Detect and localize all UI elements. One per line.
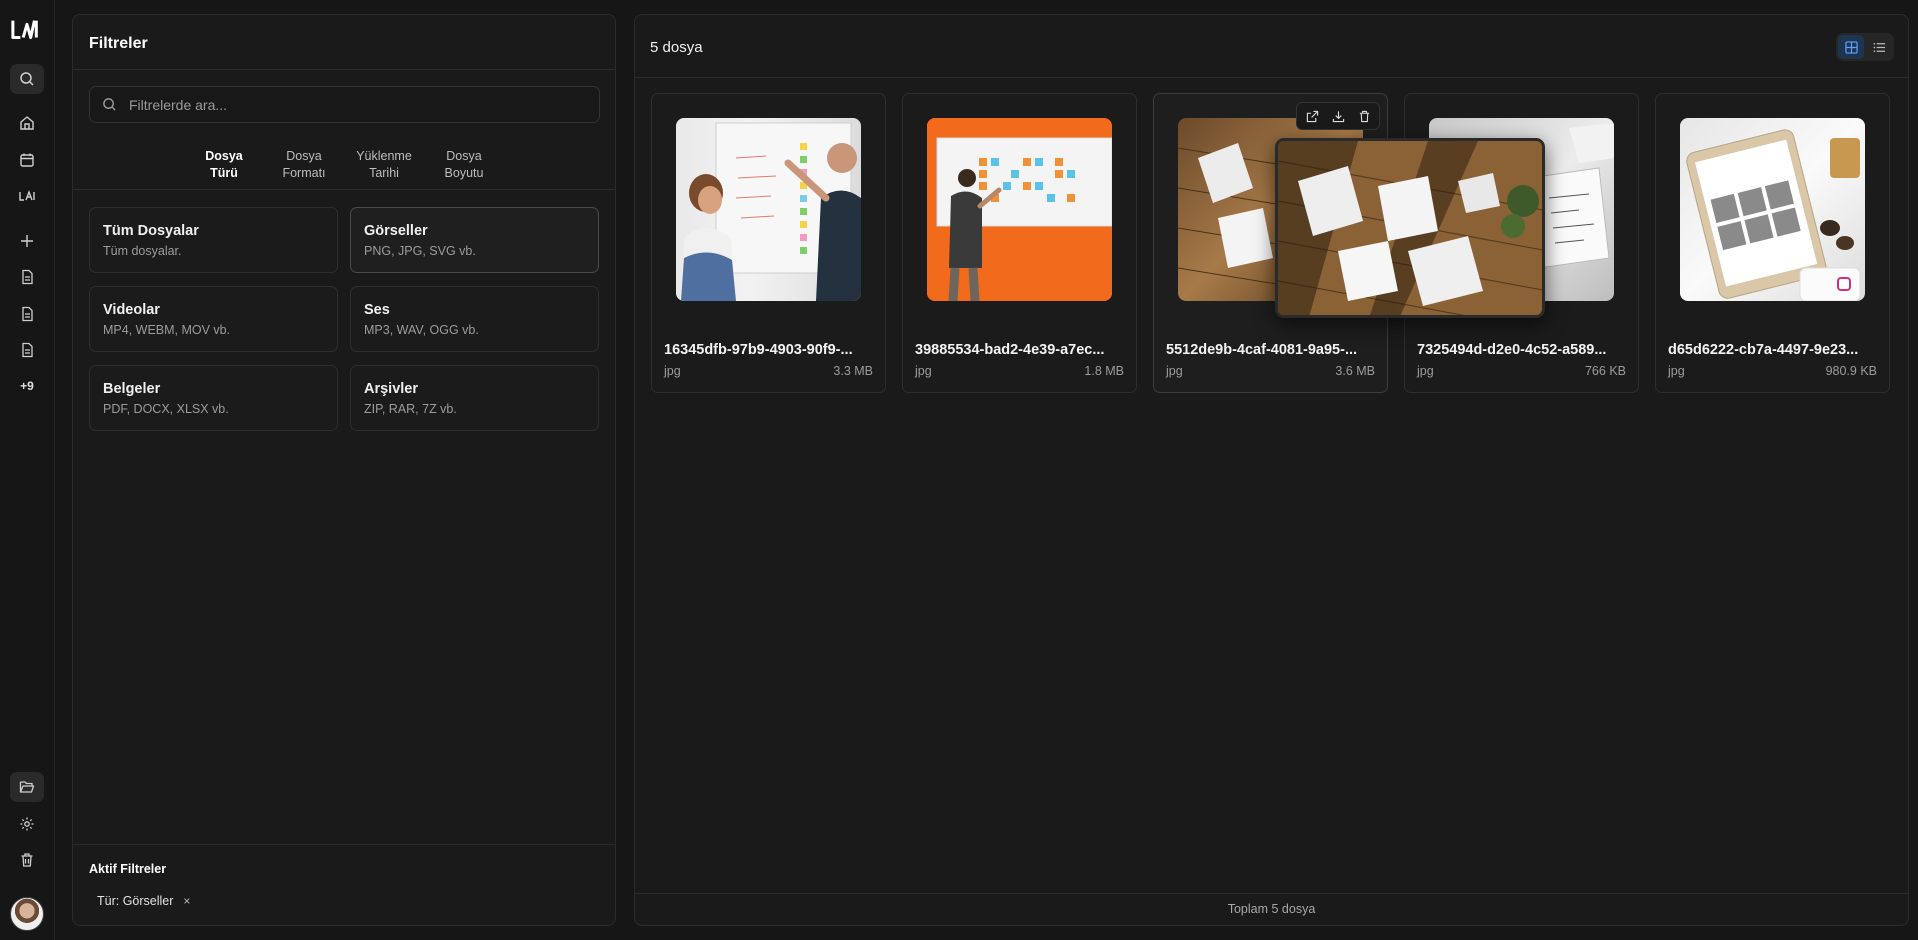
document-icon[interactable] xyxy=(10,335,44,365)
category-archives[interactable]: Arşivler ZIP, RAR, 7Z vb. xyxy=(350,365,599,431)
document-icon[interactable] xyxy=(10,262,44,292)
tab-label: Yüklenme xyxy=(356,149,412,163)
category-audio[interactable]: Ses MP3, WAV, OGG vb. xyxy=(350,286,599,352)
file-size: 3.6 MB xyxy=(1335,364,1375,378)
download-icon[interactable] xyxy=(1327,105,1349,127)
category-name: Görseller xyxy=(364,223,428,239)
active-filter-chip: Tür: Görseller × xyxy=(89,889,198,913)
tab-file-type[interactable]: Dosya Türü xyxy=(184,146,264,184)
category-images[interactable]: Görseller PNG, JPG, SVG vb. xyxy=(350,207,599,273)
file-thumbnail xyxy=(1680,118,1865,301)
category-description: PNG, JPG, SVG vb. xyxy=(364,244,476,258)
file-name: d65d6222-cb7a-4497-9e23... xyxy=(1668,342,1859,358)
grid-view-icon[interactable] xyxy=(1838,35,1864,59)
category-description: PDF, DOCX, XLSX vb. xyxy=(103,402,229,416)
file-card[interactable]: 39885534-bad2-4e39-a7ec... jpg 1.8 MB xyxy=(902,93,1137,393)
trash-icon[interactable] xyxy=(10,845,44,875)
tab-label: Dosya xyxy=(286,149,322,163)
divider xyxy=(73,69,615,70)
close-icon[interactable]: × xyxy=(183,894,190,908)
file-name: 16345dfb-97b9-4903-90f9-... xyxy=(664,342,853,358)
file-name: 7325494d-d2e0-4c52-a589... xyxy=(1417,342,1607,358)
chip-label: Tür: Görseller xyxy=(97,894,174,908)
active-filters-title: Aktif Filtreler xyxy=(89,862,167,876)
file-card[interactable]: 16345dfb-97b9-4903-90f9-... jpg 3.3 MB xyxy=(651,93,886,393)
file-thumbnail xyxy=(927,118,1112,301)
more-items-count: +9 xyxy=(20,379,34,393)
document-icon[interactable] xyxy=(10,299,44,329)
category-name: Tüm Dosyalar xyxy=(103,223,199,239)
files-panel: 5 dosya 16345dfb-97b9-4903-90f9-... jpg … xyxy=(634,14,1909,926)
filter-search-box[interactable] xyxy=(89,86,600,123)
tab-file-size[interactable]: Dosya Boyutu xyxy=(424,146,504,184)
file-extension: jpg xyxy=(1166,364,1183,378)
image-preview xyxy=(1686,129,1861,301)
file-extension: jpg xyxy=(1668,364,1685,378)
category-description: Tüm dosyalar. xyxy=(103,244,182,258)
filters-panel: Filtreler Dosya Türü Dosya Formatı Yükle… xyxy=(72,14,616,926)
search-icon xyxy=(103,98,116,111)
trash-icon[interactable] xyxy=(1353,105,1375,127)
file-size: 3.3 MB xyxy=(833,364,873,378)
file-extension: jpg xyxy=(664,364,681,378)
image-preview xyxy=(1278,141,1542,315)
file-count: 5 dosya xyxy=(650,39,703,56)
category-description: MP4, WEBM, MOV vb. xyxy=(103,323,231,337)
tab-file-format[interactable]: Dosya Formatı xyxy=(264,146,344,184)
image-preview xyxy=(681,122,861,301)
file-thumbnail xyxy=(676,118,861,301)
file-extension: jpg xyxy=(1417,364,1434,378)
folder-open-icon[interactable] xyxy=(10,772,44,802)
category-name: Videolar xyxy=(103,302,160,318)
divider xyxy=(73,189,615,190)
file-size: 766 KB xyxy=(1584,364,1626,378)
file-size: 1.8 MB xyxy=(1084,364,1124,378)
view-toggle xyxy=(1836,33,1894,61)
tab-label: Tarihi xyxy=(369,166,399,180)
home-icon[interactable] xyxy=(10,108,44,138)
category-description: ZIP, RAR, 7Z vb. xyxy=(364,402,457,416)
image-preview xyxy=(927,118,1112,301)
ai-icon[interactable] xyxy=(10,181,44,211)
category-name: Arşivler xyxy=(364,381,419,397)
list-view-icon[interactable] xyxy=(1866,35,1892,59)
tab-label: Formatı xyxy=(282,166,326,180)
icon-rail: +9 xyxy=(0,0,55,940)
tab-label: Dosya xyxy=(446,149,482,163)
image-hover-preview xyxy=(1275,138,1545,318)
search-icon[interactable] xyxy=(10,64,44,94)
tab-upload-date[interactable]: Yüklenme Tarihi xyxy=(344,146,424,184)
more-items-button[interactable]: +9 xyxy=(10,371,44,401)
file-extension: jpg xyxy=(915,364,932,378)
total-files-label: Toplam 5 dosya xyxy=(1227,902,1316,916)
divider xyxy=(635,77,1908,78)
gear-icon[interactable] xyxy=(10,809,44,839)
tab-label: Boyutu xyxy=(444,166,484,180)
divider xyxy=(73,844,615,845)
filter-tabs: Dosya Türü Dosya Formatı Yüklenme Tarihi… xyxy=(73,146,615,184)
card-actions xyxy=(1296,102,1380,130)
plus-icon[interactable] xyxy=(10,226,44,256)
category-name: Belgeler xyxy=(103,381,161,397)
file-card[interactable]: d65d6222-cb7a-4497-9e23... jpg 980.9 KB xyxy=(1655,93,1890,393)
avatar[interactable] xyxy=(10,897,44,931)
tab-label: Türü xyxy=(210,166,238,180)
file-name: 39885534-bad2-4e39-a7ec... xyxy=(915,342,1105,358)
category-name: Ses xyxy=(364,302,390,318)
filters-title: Filtreler xyxy=(89,35,148,52)
calendar-icon[interactable] xyxy=(10,145,44,175)
divider xyxy=(635,893,1908,894)
filter-search-input[interactable] xyxy=(129,96,569,113)
open-external-icon[interactable] xyxy=(1301,105,1323,127)
category-description: MP3, WAV, OGG vb. xyxy=(364,323,479,337)
category-videos[interactable]: Videolar MP4, WEBM, MOV vb. xyxy=(89,286,338,352)
file-size: 980.9 KB xyxy=(1825,364,1877,378)
tab-label: Dosya xyxy=(205,149,243,163)
file-name: 5512de9b-4caf-4081-9a95-... xyxy=(1166,342,1358,358)
category-documents[interactable]: Belgeler PDF, DOCX, XLSX vb. xyxy=(89,365,338,431)
category-all-files[interactable]: Tüm Dosyalar Tüm dosyalar. xyxy=(89,207,338,273)
app-logo[interactable] xyxy=(11,18,43,42)
